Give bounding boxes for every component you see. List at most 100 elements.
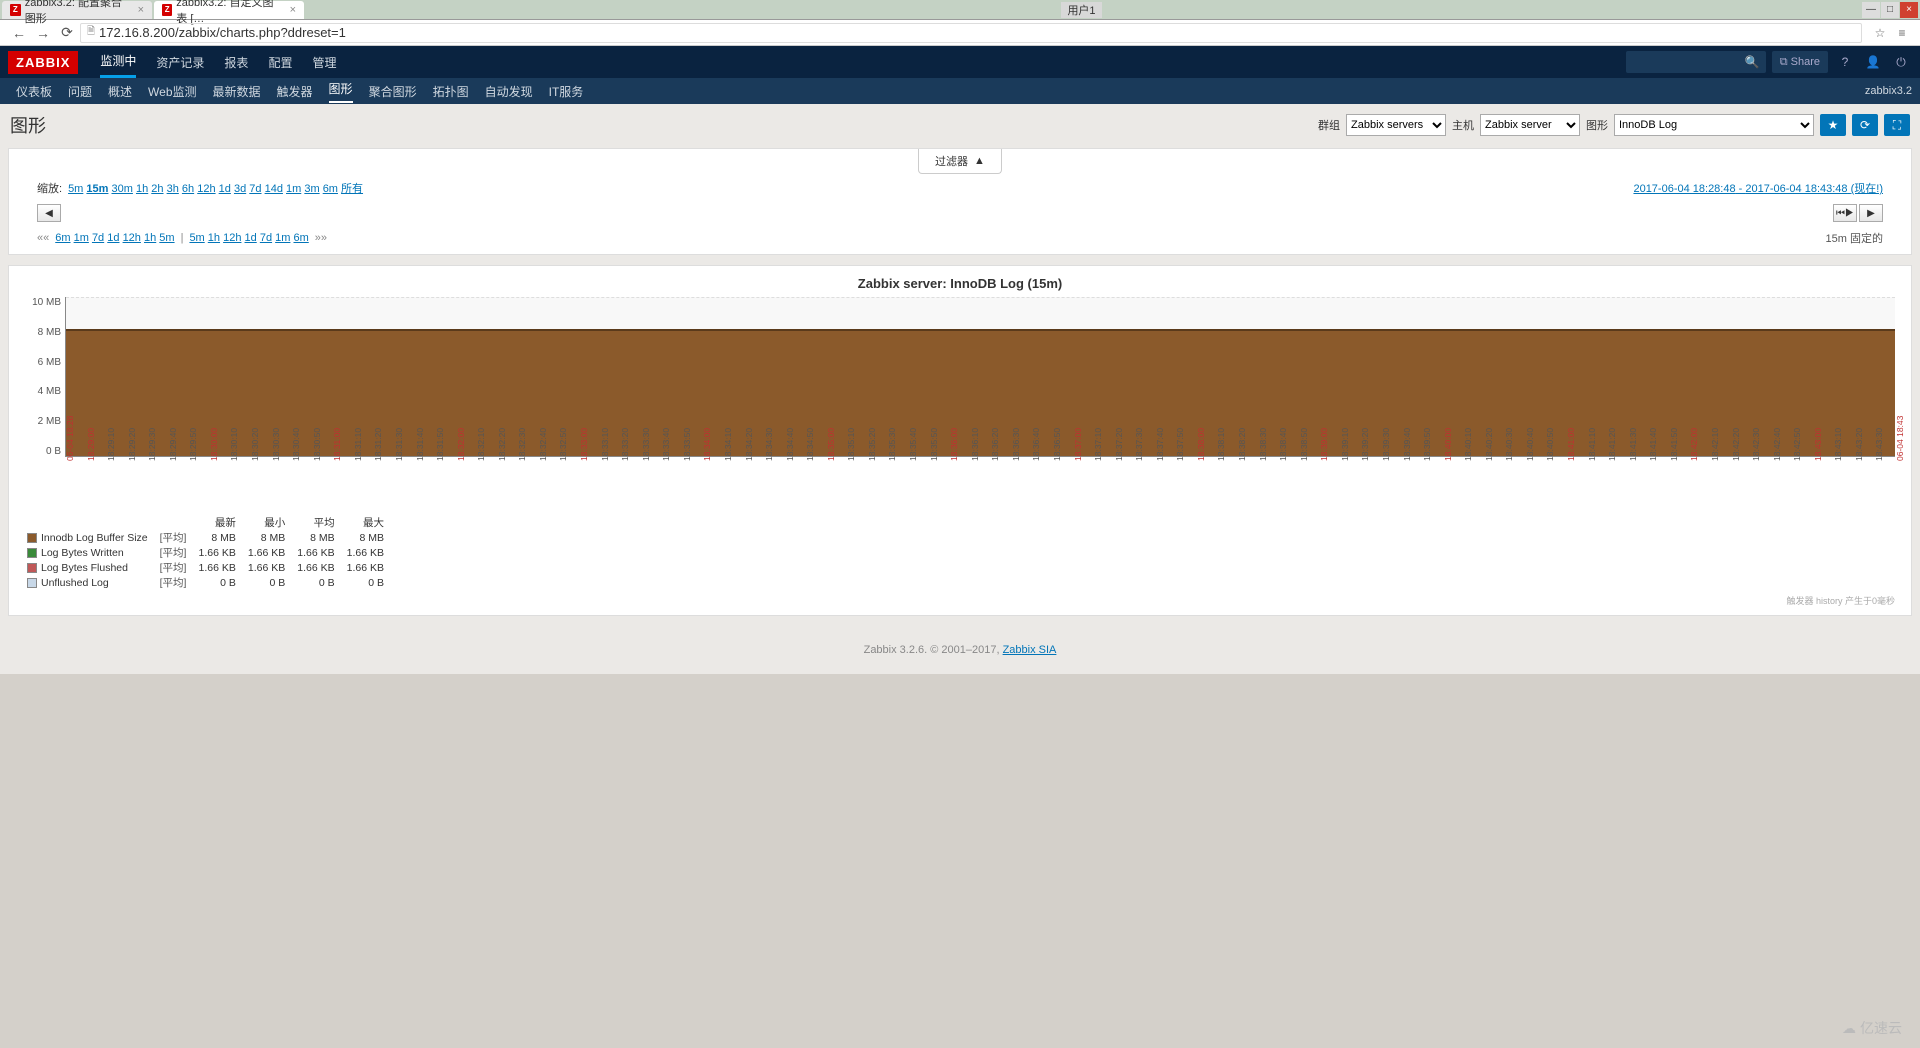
filter-toggle[interactable]: 过滤器 ▲: [918, 149, 1002, 174]
subnav-maps[interactable]: 拓扑图: [433, 83, 469, 100]
zoom-link-30m[interactable]: 30m: [112, 183, 133, 195]
x-tick: 18:43:20: [1854, 428, 1864, 461]
time-range[interactable]: 2017-06-04 18:28:48 - 2017-06-04 18:43:4…: [1633, 180, 1883, 196]
time-next-button[interactable]: ▶: [1859, 204, 1883, 222]
nav-administration[interactable]: 管理: [312, 54, 336, 71]
shift-left-5m[interactable]: 5m: [159, 232, 174, 244]
subnav-itservices[interactable]: IT服务: [549, 83, 584, 100]
x-tick: 18:42:30: [1751, 428, 1761, 461]
help-icon[interactable]: ?: [1834, 51, 1856, 73]
zoom-link-所有[interactable]: 所有: [341, 183, 363, 195]
x-tick: 18:34:40: [785, 428, 795, 461]
x-tick: 18:38:40: [1278, 428, 1288, 461]
nav-configuration[interactable]: 配置: [268, 54, 292, 71]
shift-left-12h[interactable]: 12h: [123, 232, 141, 244]
time-end-prev-button[interactable]: ⏮▶: [1833, 204, 1857, 222]
url-input[interactable]: 🗎 172.16.8.200/zabbix/charts.php?ddreset…: [80, 23, 1862, 43]
menu-icon[interactable]: ≡: [1892, 23, 1912, 43]
minimize-button[interactable]: —: [1862, 2, 1880, 18]
share-icon: ⧉: [1780, 56, 1788, 69]
shift-right-12h[interactable]: 12h: [223, 232, 241, 244]
zoom-link-15m[interactable]: 15m: [86, 183, 108, 195]
close-icon[interactable]: ×: [290, 4, 296, 16]
zoom-link-3d[interactable]: 3d: [234, 183, 246, 195]
subnav-web[interactable]: Web监测: [148, 83, 196, 100]
forward-button[interactable]: →: [32, 22, 54, 44]
x-tick: 18:36:40: [1031, 428, 1041, 461]
back-button[interactable]: ←: [8, 22, 30, 44]
shift-right-1m[interactable]: 1m: [275, 232, 290, 244]
graph-select[interactable]: InnoDB Log: [1614, 114, 1814, 136]
subnav-discovery[interactable]: 自动发现: [485, 83, 533, 100]
nav-monitoring[interactable]: 监测中: [100, 52, 136, 78]
x-tick: 18:38:00: [1196, 428, 1206, 461]
x-tick: 18:40:30: [1504, 428, 1514, 461]
share-button[interactable]: ⧉ Share: [1772, 51, 1828, 73]
shift-right-5m[interactable]: 5m: [189, 232, 204, 244]
zoom-link-3h[interactable]: 3h: [167, 183, 179, 195]
zoom-link-5m[interactable]: 5m: [68, 183, 83, 195]
zabbix-logo[interactable]: ZABBIX: [8, 51, 78, 74]
x-tick: 18:39:10: [1340, 428, 1350, 461]
zoom-link-1m[interactable]: 1m: [286, 183, 301, 195]
subnav-overview[interactable]: 概述: [108, 83, 132, 100]
y-axis: 10 MB8 MB6 MB4 MB2 MB0 B: [25, 297, 65, 457]
x-tick: 18:41:30: [1628, 428, 1638, 461]
x-tick: 18:36:00: [949, 428, 959, 461]
user-badge: 用户1: [1061, 2, 1101, 18]
x-tick: 18:34:50: [805, 428, 815, 461]
close-window-button[interactable]: ×: [1900, 2, 1918, 18]
shift-left-6m[interactable]: 6m: [55, 232, 70, 244]
shift-right-7d[interactable]: 7d: [260, 232, 272, 244]
subnav-latest[interactable]: 最新数据: [213, 83, 261, 100]
x-tick: 18:40:00: [1443, 428, 1453, 461]
watermark: ☁ 亿速云: [1842, 1018, 1902, 1038]
time-prev-button[interactable]: ◀: [37, 204, 61, 222]
x-tick: 18:31:50: [435, 428, 445, 461]
reload-button[interactable]: ⟳: [56, 22, 78, 44]
zoom-link-2h[interactable]: 2h: [151, 183, 163, 195]
zoom-link-1d[interactable]: 1d: [219, 183, 231, 195]
browser-tab[interactable]: Z zabbix3.2: 配置聚合图形 ×: [2, 1, 152, 19]
subnav-problems[interactable]: 问题: [68, 83, 92, 100]
fullscreen-button[interactable]: ⛶: [1884, 114, 1910, 136]
subnav-triggers[interactable]: 触发器: [277, 83, 313, 100]
shift-right-6m[interactable]: 6m: [293, 232, 308, 244]
shift-right-1h[interactable]: 1h: [208, 232, 220, 244]
globe-icon: 🗎: [87, 24, 95, 41]
shift-left-1m[interactable]: 1m: [74, 232, 89, 244]
x-tick: 18:36:10: [970, 428, 980, 461]
nav-inventory[interactable]: 资产记录: [156, 54, 204, 71]
power-icon[interactable]: ⏻: [1890, 51, 1912, 73]
zoom-link-6h[interactable]: 6h: [182, 183, 194, 195]
maximize-button[interactable]: □: [1881, 2, 1899, 18]
close-icon[interactable]: ×: [138, 4, 144, 16]
zoom-link-1h[interactable]: 1h: [136, 183, 148, 195]
shift-left-1d[interactable]: 1d: [107, 232, 119, 244]
x-tick: 06-04 18:28: [65, 416, 75, 461]
shift-right-1d[interactable]: 1d: [245, 232, 257, 244]
shift-left-7d[interactable]: 7d: [92, 232, 104, 244]
browser-tab[interactable]: Z zabbix3.2: 自定义图表 [… ×: [154, 1, 304, 19]
subnav-dashboard[interactable]: 仪表板: [16, 83, 52, 100]
bookmark-icon[interactable]: ☆: [1870, 23, 1890, 43]
user-icon[interactable]: 👤: [1862, 51, 1884, 73]
search-icon[interactable]: 🔍: [1745, 55, 1760, 69]
zoom-link-7d[interactable]: 7d: [249, 183, 261, 195]
zoom-link-3m[interactable]: 3m: [304, 183, 319, 195]
zoom-link-6m[interactable]: 6m: [323, 183, 338, 195]
reset-button[interactable]: ⟳: [1852, 114, 1878, 136]
x-tick: 18:31:20: [373, 428, 383, 461]
zoom-link-12h[interactable]: 12h: [197, 183, 215, 195]
chart-title: Zabbix server: InnoDB Log (15m): [25, 276, 1895, 291]
favorite-button[interactable]: ★: [1820, 114, 1846, 136]
nav-reports[interactable]: 报表: [224, 54, 248, 71]
subnav-screens[interactable]: 聚合图形: [369, 83, 417, 100]
subnav-hostname: zabbix3.2: [1865, 85, 1912, 97]
zoom-link-14d[interactable]: 14d: [265, 183, 283, 195]
footer-link[interactable]: Zabbix SIA: [1003, 644, 1057, 656]
group-select[interactable]: Zabbix servers: [1346, 114, 1446, 136]
host-select[interactable]: Zabbix server: [1480, 114, 1580, 136]
shift-left-1h[interactable]: 1h: [144, 232, 156, 244]
subnav-graphs[interactable]: 图形: [329, 80, 353, 103]
